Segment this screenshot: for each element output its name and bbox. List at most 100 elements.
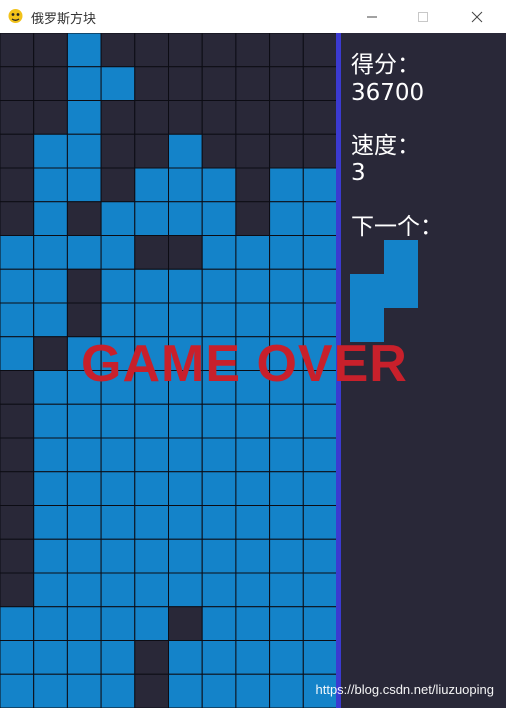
filled-cell (0, 640, 35, 675)
filled-cell (168, 302, 203, 338)
filled-cell (201, 505, 237, 540)
empty-cell (235, 133, 271, 169)
filled-cell (66, 538, 102, 574)
filled-cell (235, 302, 271, 338)
filled-cell (33, 370, 68, 405)
close-button[interactable] (452, 0, 502, 33)
filled-cell (269, 403, 304, 439)
empty-cell (302, 66, 336, 101)
next-piece-cell (384, 240, 418, 274)
empty-cell (235, 201, 271, 236)
filled-cell (66, 437, 102, 473)
filled-cell (100, 268, 136, 304)
filled-cell (235, 640, 271, 675)
filled-cell (168, 572, 203, 608)
filled-cell (66, 133, 102, 169)
filled-cell (269, 572, 304, 608)
filled-cell (269, 606, 304, 641)
empty-cell (302, 33, 336, 68)
empty-cell (134, 100, 170, 135)
minimize-button[interactable] (347, 0, 397, 33)
filled-cell (302, 268, 336, 304)
filled-cell (168, 505, 203, 540)
empty-cell (0, 66, 35, 101)
filled-cell (201, 471, 237, 506)
filled-cell (168, 471, 203, 506)
filled-cell (33, 673, 68, 708)
filled-cell (269, 268, 304, 304)
filled-cell (201, 640, 237, 675)
filled-cell (201, 572, 237, 608)
filled-cell (100, 235, 136, 270)
empty-cell (134, 673, 170, 708)
empty-cell (168, 66, 203, 101)
filled-cell (33, 606, 68, 641)
filled-cell (269, 471, 304, 506)
filled-cell (168, 640, 203, 675)
empty-cell (100, 33, 136, 68)
filled-cell (100, 403, 136, 439)
filled-cell (66, 572, 102, 608)
filled-cell (134, 572, 170, 608)
filled-cell (33, 302, 68, 338)
empty-cell (235, 167, 271, 203)
filled-cell (201, 302, 237, 338)
filled-cell (134, 201, 170, 236)
empty-cell (201, 33, 237, 68)
filled-cell (269, 235, 304, 270)
filled-cell (134, 437, 170, 473)
empty-cell (269, 33, 304, 68)
filled-cell (100, 572, 136, 608)
empty-cell (33, 336, 68, 371)
filled-cell (235, 403, 271, 439)
filled-cell (66, 640, 102, 675)
filled-cell (235, 437, 271, 473)
empty-cell (100, 167, 136, 203)
empty-cell (269, 133, 304, 169)
filled-cell (66, 66, 102, 101)
empty-cell (201, 100, 237, 135)
next-piece-label: 下一个： (351, 214, 443, 240)
filled-cell (269, 201, 304, 236)
empty-cell (134, 66, 170, 101)
filled-cell (302, 505, 336, 540)
filled-cell (66, 606, 102, 641)
filled-cell (66, 471, 102, 506)
filled-cell (201, 403, 237, 439)
empty-cell (168, 33, 203, 68)
filled-cell (235, 572, 271, 608)
empty-cell (100, 133, 136, 169)
filled-cell (0, 302, 35, 338)
filled-cell (302, 606, 336, 641)
filled-cell (168, 268, 203, 304)
empty-cell (33, 100, 68, 135)
game-over-text: GAME OVER (81, 335, 408, 393)
window-title: 俄罗斯方块 (31, 12, 97, 27)
speed-value: 3 (351, 160, 366, 186)
filled-cell (168, 403, 203, 439)
empty-cell (0, 437, 35, 473)
filled-cell (235, 235, 271, 270)
maximize-button[interactable] (398, 0, 448, 33)
filled-cell (100, 302, 136, 338)
empty-cell (0, 471, 35, 506)
filled-cell (201, 268, 237, 304)
empty-cell (33, 66, 68, 101)
empty-cell (201, 133, 237, 169)
game-canvas[interactable]: 得分： 36700 速度： 3 下一个： GAME OVER https://b… (0, 33, 506, 708)
filled-cell (269, 505, 304, 540)
empty-cell (134, 235, 170, 270)
filled-cell (100, 505, 136, 540)
filled-cell (33, 505, 68, 540)
empty-cell (0, 370, 35, 405)
maximize-icon (418, 11, 428, 22)
filled-cell (100, 538, 136, 574)
filled-cell (269, 673, 304, 708)
filled-cell (302, 471, 336, 506)
filled-cell (33, 572, 68, 608)
filled-cell (100, 471, 136, 506)
filled-cell (0, 336, 35, 371)
empty-cell (0, 505, 35, 540)
filled-cell (134, 403, 170, 439)
empty-cell (0, 167, 35, 203)
